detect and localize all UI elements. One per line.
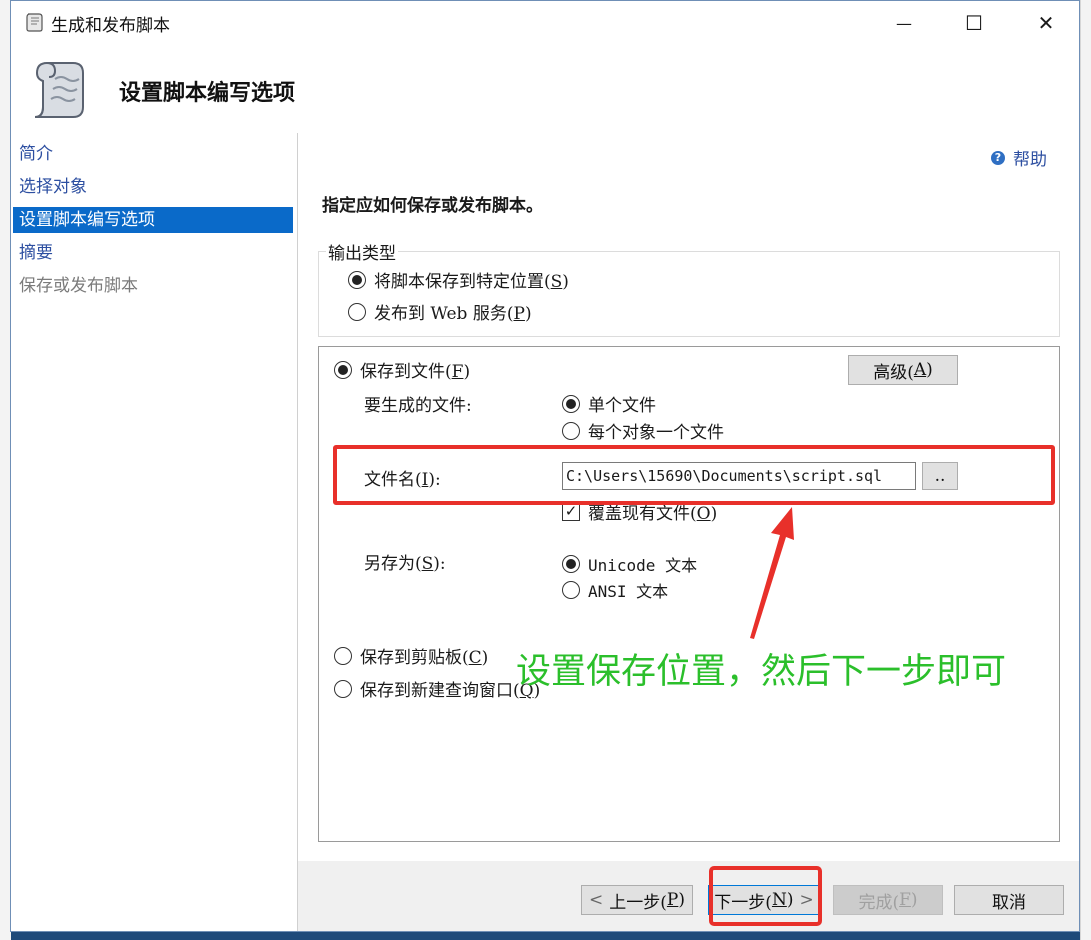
title-bar: 生成和发布脚本 — ☐ ✕	[11, 1, 1079, 45]
radio-indicator	[348, 270, 366, 289]
wizard-footer: < 上一步(P) 下一步(N) > 完成(F) 取消	[298, 861, 1079, 931]
sidebar-item-choose-objects[interactable]: 选择对象	[13, 174, 293, 200]
annotation-text: 设置保存位置，然后下一步即可	[516, 652, 1007, 692]
script-scroll-icon	[34, 62, 84, 118]
sidebar-item-intro[interactable]: 简介	[13, 141, 293, 167]
advanced-button[interactable]: 高级(A)	[848, 355, 958, 385]
radio-label: Unicode 文本	[588, 556, 698, 575]
close-icon: ✕	[1037, 11, 1055, 35]
maximize-icon: ☐	[965, 11, 983, 35]
radio-publish-web-service[interactable]: 发布到 Web 服务(P)	[348, 299, 532, 324]
radio-indicator	[562, 421, 580, 440]
background-window-right	[1080, 0, 1091, 940]
help-link[interactable]: ? 帮助	[991, 145, 1047, 170]
radio-label: 保存到文件(F)	[360, 362, 471, 382]
radio-label: 发布到 Web 服务(P)	[374, 304, 532, 324]
file-name-highlight	[333, 445, 1055, 505]
script-scroll-icon	[26, 13, 43, 32]
radio-file-per-object[interactable]: 每个对象一个文件	[562, 418, 724, 443]
save-as-label: 另存为(S):	[364, 554, 446, 574]
instruction-text: 指定应如何保存或发布脚本。	[322, 196, 543, 216]
next-button-highlight	[709, 866, 822, 926]
radio-indicator	[348, 302, 366, 321]
chevron-left-icon: <	[589, 890, 604, 910]
radio-indicator	[334, 360, 352, 379]
radio-label: ANSI 文本	[588, 582, 669, 601]
radio-indicator	[562, 581, 580, 599]
annotation-arrow	[750, 507, 794, 639]
radio-label: 每个对象一个文件	[588, 423, 724, 443]
radio-label: 将脚本保存到特定位置(S)	[374, 272, 569, 292]
help-icon: ?	[991, 150, 1005, 165]
radio-indicator	[562, 555, 580, 573]
radio-label: 单个文件	[588, 396, 656, 416]
page-header: 设置脚本编写选项	[11, 45, 1079, 133]
radio-ansi-text[interactable]: ANSI 文本	[562, 578, 668, 602]
help-label: 帮助	[1013, 150, 1047, 170]
checkbox-indicator: ✓	[562, 502, 580, 521]
radio-save-to-file[interactable]: 保存到文件(F)	[334, 357, 470, 382]
radio-label: 保存到新建查询窗口(Q)	[360, 681, 541, 701]
radio-indicator	[334, 646, 352, 665]
previous-button[interactable]: < 上一步(P)	[581, 885, 693, 915]
output-type-label: 输出类型	[326, 239, 398, 264]
radio-save-to-location[interactable]: 将脚本保存到特定位置(S)	[348, 267, 569, 292]
minimize-button[interactable]: —	[869, 1, 939, 45]
files-to-generate-label: 要生成的文件:	[364, 396, 472, 416]
radio-indicator	[562, 394, 580, 413]
radio-single-file[interactable]: 单个文件	[562, 391, 656, 416]
maximize-button[interactable]: ☐	[939, 1, 1009, 45]
output-type-group	[318, 251, 1060, 337]
radio-unicode-text[interactable]: Unicode 文本	[562, 552, 697, 576]
sidebar-item-save-or-publish: 保存或发布脚本	[19, 276, 138, 296]
close-button[interactable]: ✕	[1011, 1, 1081, 45]
cancel-button[interactable]: 取消	[954, 885, 1064, 915]
finish-button: 完成(F)	[833, 885, 943, 915]
radio-indicator	[334, 679, 352, 698]
wizard-steps-sidebar: 简介 选择对象 设置脚本编写选项 摘要 保存或发布脚本	[11, 133, 298, 931]
radio-save-to-clipboard[interactable]: 保存到剪贴板(C)	[334, 643, 488, 668]
radio-label: 保存到剪贴板(C)	[360, 648, 489, 668]
page-title: 设置脚本编写选项	[119, 80, 296, 106]
sidebar-item-summary[interactable]: 摘要	[13, 240, 293, 266]
minimize-icon: —	[896, 13, 912, 33]
window-title: 生成和发布脚本	[51, 16, 170, 36]
sidebar-item-scripting-options[interactable]: 设置脚本编写选项	[13, 207, 293, 233]
radio-save-to-query-window[interactable]: 保存到新建查询窗口(Q)	[334, 676, 540, 701]
